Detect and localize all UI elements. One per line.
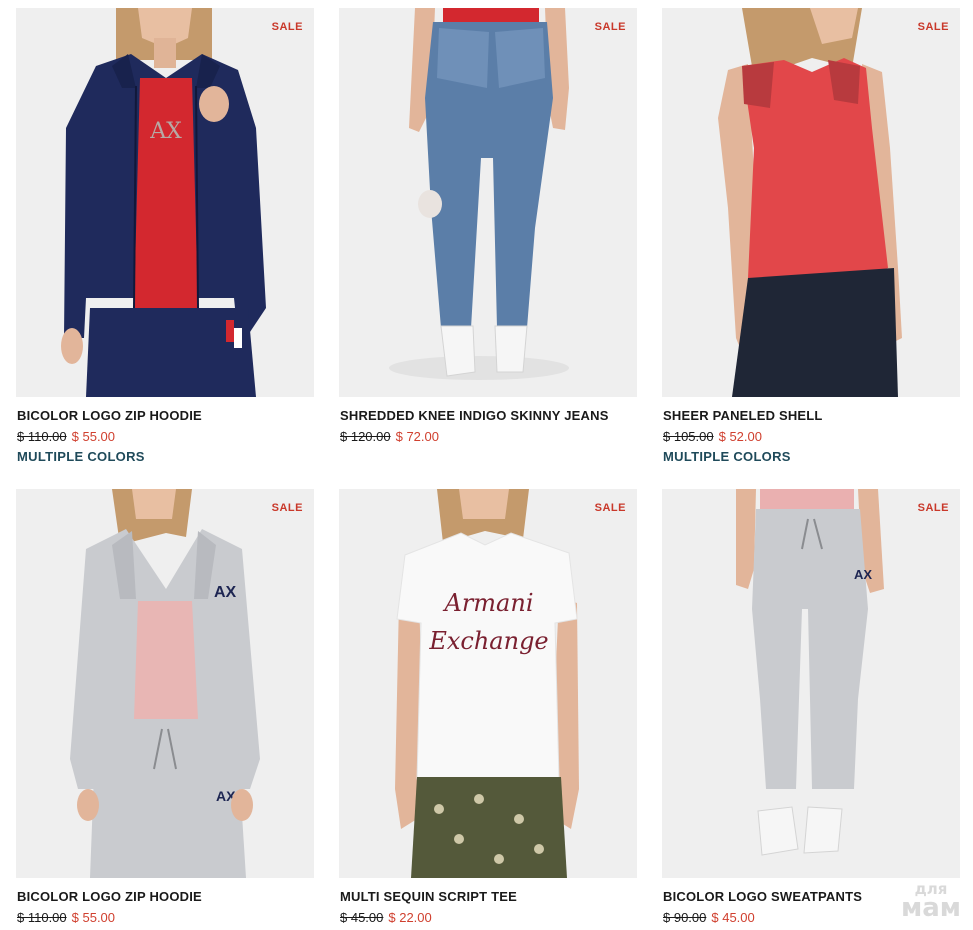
- sale-badge: SALE: [917, 21, 949, 33]
- svg-text:AX: AX: [214, 584, 237, 601]
- product-title[interactable]: SHEER PANELED SHELL: [663, 408, 823, 423]
- sale-badge: SALE: [594, 502, 626, 514]
- original-price: $ 120.00: [340, 429, 391, 444]
- original-price: $ 105.00: [663, 429, 714, 444]
- original-price: $ 90.00: [663, 910, 707, 925]
- price-row: $ 105.00 $ 52.00: [663, 429, 762, 444]
- price-row: $ 45.00 $ 22.00: [340, 910, 432, 925]
- original-price: $ 110.00: [17, 910, 67, 925]
- watermark-logo: для мам: [900, 882, 961, 923]
- product-image[interactable]: AX AX SALE: [16, 489, 314, 878]
- sale-badge: SALE: [594, 21, 626, 33]
- sale-badge: SALE: [917, 502, 949, 514]
- product-title[interactable]: BICOLOR LOGO SWEATPANTS: [663, 889, 862, 904]
- product-image[interactable]: AX SALE: [662, 489, 960, 878]
- sale-price: $ 55.00: [71, 910, 116, 925]
- price-row: $ 110.00 $ 55.00: [17, 910, 115, 925]
- sale-badge: SALE: [271, 502, 303, 514]
- product-title[interactable]: MULTI SEQUIN SCRIPT TEE: [340, 889, 517, 904]
- price-row: $ 120.00 $ 72.00: [340, 429, 439, 444]
- multiple-colors-link[interactable]: MULTIPLE COLORS: [663, 449, 791, 464]
- sale-price: $ 45.00: [711, 910, 755, 925]
- price-row: $ 110.00 $ 55.00: [17, 429, 115, 444]
- svg-text:AX: AX: [149, 119, 182, 144]
- sale-badge: SALE: [271, 21, 303, 33]
- product-image[interactable]: Armani Exchange SALE: [339, 489, 637, 878]
- product-image[interactable]: AX SALE: [16, 8, 314, 397]
- product-title[interactable]: BICOLOR LOGO ZIP HOODIE: [17, 889, 202, 904]
- sale-price: $ 72.00: [395, 429, 439, 444]
- original-price: $ 110.00: [17, 429, 67, 444]
- product-image[interactable]: SALE: [662, 8, 960, 397]
- tee-print-line-2: Exchange: [428, 627, 548, 655]
- multiple-colors-link[interactable]: MULTIPLE COLORS: [17, 449, 145, 464]
- price-row: $ 90.00 $ 45.00: [663, 910, 755, 925]
- product-title[interactable]: SHREDDED KNEE INDIGO SKINNY JEANS: [340, 408, 609, 423]
- product-image[interactable]: SALE: [339, 8, 637, 397]
- watermark-line-2: мам: [900, 892, 961, 923]
- original-price: $ 45.00: [340, 910, 384, 925]
- tee-print-line-1: Armani: [442, 589, 533, 617]
- svg-text:AX: AX: [854, 567, 872, 582]
- sale-price: $ 55.00: [71, 429, 116, 444]
- product-title[interactable]: BICOLOR LOGO ZIP HOODIE: [17, 408, 202, 423]
- sale-price: $ 52.00: [718, 429, 762, 444]
- sale-price: $ 22.00: [388, 910, 432, 925]
